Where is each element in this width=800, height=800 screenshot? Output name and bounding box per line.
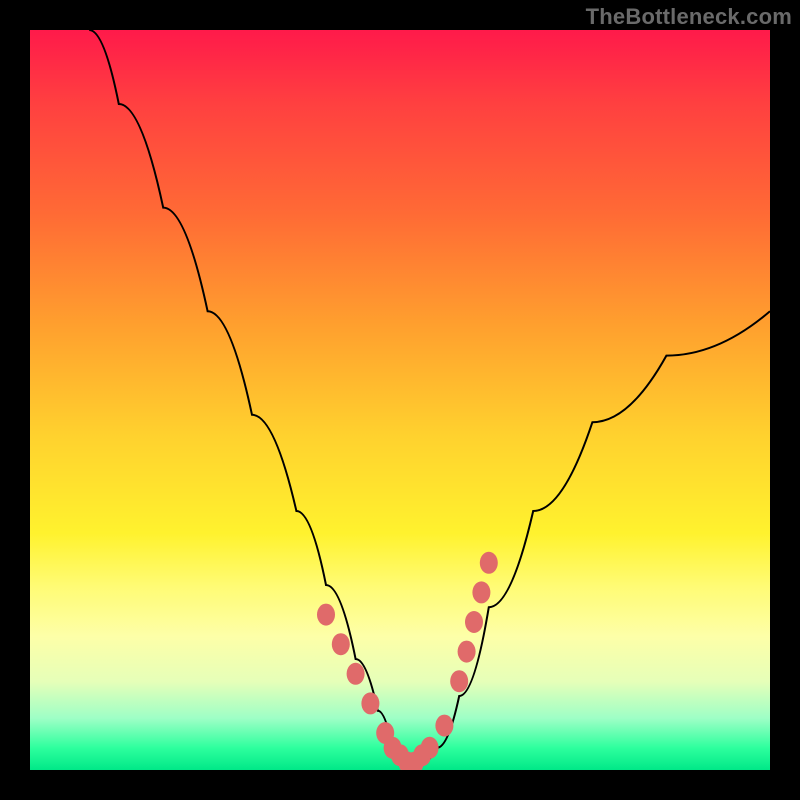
marker-point xyxy=(450,670,468,692)
marker-point xyxy=(480,552,498,574)
marker-point xyxy=(361,692,379,714)
marker-point xyxy=(435,715,453,737)
chart-container: TheBottleneck.com xyxy=(0,0,800,800)
curve-svg xyxy=(30,30,770,770)
marker-point xyxy=(347,663,365,685)
bottleneck-curve xyxy=(89,30,770,763)
marker-cluster xyxy=(317,552,498,770)
marker-point xyxy=(458,641,476,663)
marker-point xyxy=(472,581,490,603)
marker-point xyxy=(317,604,335,626)
marker-point xyxy=(421,737,439,759)
plot-area xyxy=(30,30,770,770)
marker-point xyxy=(465,611,483,633)
watermark-text: TheBottleneck.com xyxy=(586,4,792,30)
marker-point xyxy=(332,633,350,655)
